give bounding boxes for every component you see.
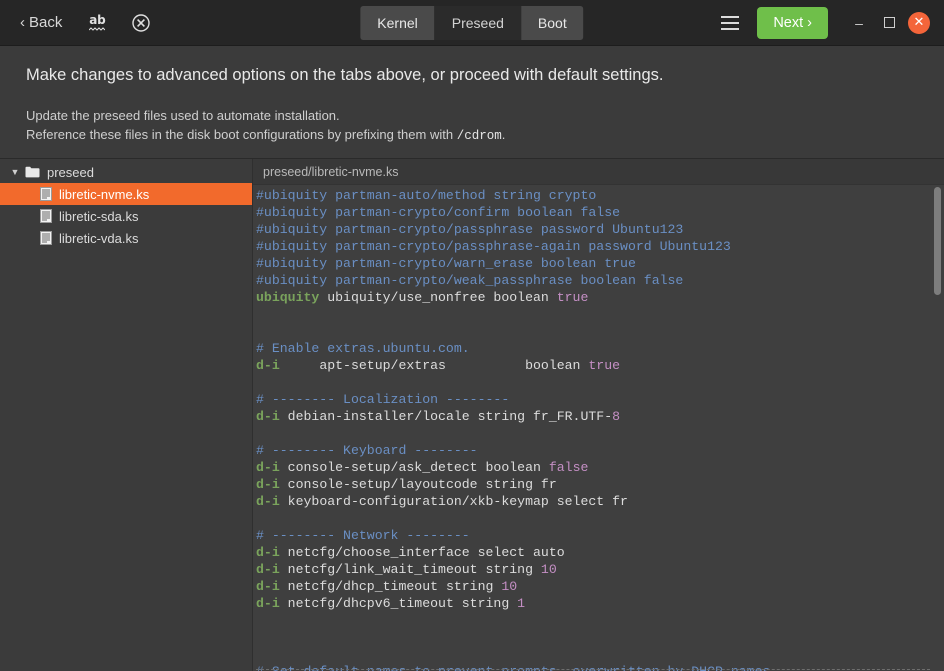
hamburger-bar [721, 15, 740, 18]
description-line-2-suffix: . [501, 127, 506, 142]
code-token: 10 [501, 579, 518, 594]
code-token: netcfg/dhcp_timeout string [279, 579, 502, 594]
code-token: debian-installer/locale string fr_FR.UTF… [279, 409, 613, 424]
description-line-2: Reference these files in the disk boot c… [26, 125, 944, 146]
description-line-1: Update the preseed files used to automat… [26, 108, 340, 123]
tree-item-libretic-sda[interactable]: libretic-sda.ks [0, 205, 252, 227]
code-token: ubiquity/use_nonfree boolean [319, 290, 557, 305]
code-token: netcfg/link_wait_timeout string [279, 562, 541, 577]
editor-file-path: preseed/libretic-nvme.ks [253, 159, 944, 185]
code-token: ubiquity [256, 290, 320, 305]
next-button[interactable]: Next › [757, 6, 828, 39]
back-button[interactable]: ‹ Back [16, 11, 66, 34]
code-token: #ubiquity partman-crypto/confirm boolean… [256, 205, 621, 220]
titlebar-right-group: Next › – ✕ [713, 6, 944, 40]
minimize-icon: – [855, 14, 863, 31]
code-token: # -------- Localization -------- [256, 392, 510, 407]
tree-item-libretic-vda[interactable]: libretic-vda.ks [0, 227, 252, 249]
maximize-icon [883, 17, 895, 28]
window-maximize-button[interactable] [874, 8, 904, 38]
tab-preseed[interactable]: Preseed [434, 5, 521, 40]
code-token: #ubiquity partman-auto/method string cry… [256, 188, 597, 203]
code-editor: preseed/libretic-nvme.ks #ubiquity partm… [253, 159, 944, 671]
code-token: d-i [256, 358, 280, 373]
code-token: true [556, 290, 589, 305]
app-window: ‹ Back ab Kernel Preseed Boot Next › – ✕… [0, 0, 944, 671]
tab-bar: Kernel Preseed Boot [360, 5, 584, 40]
code-token: console-setup/layoutcode string fr [279, 477, 557, 492]
hamburger-menu-icon[interactable] [713, 6, 747, 40]
file-icon [40, 209, 52, 223]
code-token: d-i [256, 545, 280, 560]
spellcheck-icon: ab [87, 14, 107, 32]
titlebar-left-group: ‹ Back ab [0, 10, 154, 36]
code-token: d-i [256, 562, 280, 577]
tab-kernel-label: Kernel [377, 14, 418, 31]
code-token: #ubiquity partman-crypto/warn_erase bool… [256, 256, 636, 271]
back-chevron-icon: ‹ [20, 14, 25, 31]
description-line-2-prefix: Reference these files in the disk boot c… [26, 127, 457, 142]
cursor-line-indicator [256, 669, 930, 670]
clear-button[interactable] [128, 10, 154, 36]
code-token: true [588, 358, 621, 373]
code-token: d-i [256, 596, 280, 611]
tree-root-preseed[interactable]: ▼ preseed [0, 161, 252, 183]
code-token: 8 [612, 409, 621, 424]
hamburger-bar [721, 21, 740, 24]
spellcheck-button[interactable]: ab [84, 10, 110, 36]
description-area: Make changes to advanced options on the … [0, 46, 944, 158]
code-token: 10 [540, 562, 557, 577]
code-token: #ubiquity partman-crypto/passphrase-agai… [256, 239, 731, 254]
code-token: d-i [256, 409, 280, 424]
close-icon: ✕ [908, 11, 930, 34]
main-content: ▼ preseed libretic-nvme.ks libretic-sda.… [0, 158, 944, 671]
window-close-button[interactable]: ✕ [904, 8, 934, 38]
hamburger-bar [721, 27, 740, 30]
tree-item-libretic-nvme[interactable]: libretic-nvme.ks [0, 183, 252, 205]
next-chevron-icon: › [807, 14, 812, 31]
next-label: Next [773, 14, 804, 31]
code-token: d-i [256, 579, 280, 594]
code-token: 1 [517, 596, 526, 611]
back-label: Back [29, 14, 63, 31]
tree-item-label: libretic-nvme.ks [59, 186, 150, 202]
code-text[interactable]: #ubiquity partman-auto/method string cry… [253, 185, 944, 671]
squiggle-underline-icon [89, 26, 106, 31]
window-minimize-button[interactable]: – [844, 8, 874, 38]
code-token: keyboard-configuration/xkb-keymap select… [279, 494, 628, 509]
code-token: d-i [256, 460, 280, 475]
file-icon [40, 231, 52, 245]
code-token: console-setup/ask_detect boolean [279, 460, 549, 475]
tab-preseed-label: Preseed [451, 14, 504, 31]
code-token: #ubiquity partman-crypto/weak_passphrase… [256, 273, 684, 288]
spellcheck-icon-label: ab [89, 12, 106, 27]
code-token: false [548, 460, 589, 475]
cdrom-path: /cdrom [456, 129, 502, 143]
editor-scrollbar-thumb[interactable] [934, 187, 941, 295]
tree-root-label: preseed [47, 164, 94, 180]
code-area[interactable]: #ubiquity partman-auto/method string cry… [253, 185, 944, 671]
file-icon [40, 187, 52, 201]
code-token: # -------- Keyboard -------- [256, 443, 478, 458]
code-token: d-i [256, 477, 280, 492]
folder-icon [25, 166, 40, 178]
code-token: #ubiquity partman-crypto/passphrase pass… [256, 222, 684, 237]
chevron-down-icon[interactable]: ▼ [8, 167, 22, 177]
editor-scrollbar[interactable] [934, 185, 941, 671]
code-token: netcfg/choose_interface select auto [279, 545, 565, 560]
code-token: d-i [256, 494, 280, 509]
file-tree: ▼ preseed libretic-nvme.ks libretic-sda.… [0, 159, 253, 671]
circle-x-icon [132, 13, 151, 32]
tab-boot[interactable]: Boot [520, 5, 584, 40]
code-token: apt-setup/extras boolean [279, 358, 589, 373]
code-token: # -------- Network -------- [256, 528, 470, 543]
tree-item-label: libretic-sda.ks [59, 208, 139, 224]
code-token: # Enable extras.ubuntu.com. [256, 341, 470, 356]
tree-item-label: libretic-vda.ks [59, 230, 139, 246]
tab-boot-label: Boot [537, 14, 567, 31]
titlebar: ‹ Back ab Kernel Preseed Boot Next › – ✕ [0, 0, 944, 46]
tab-kernel[interactable]: Kernel [360, 5, 435, 40]
page-title: Make changes to advanced options on the … [26, 66, 664, 84]
code-token: netcfg/dhcpv6_timeout string [279, 596, 518, 611]
